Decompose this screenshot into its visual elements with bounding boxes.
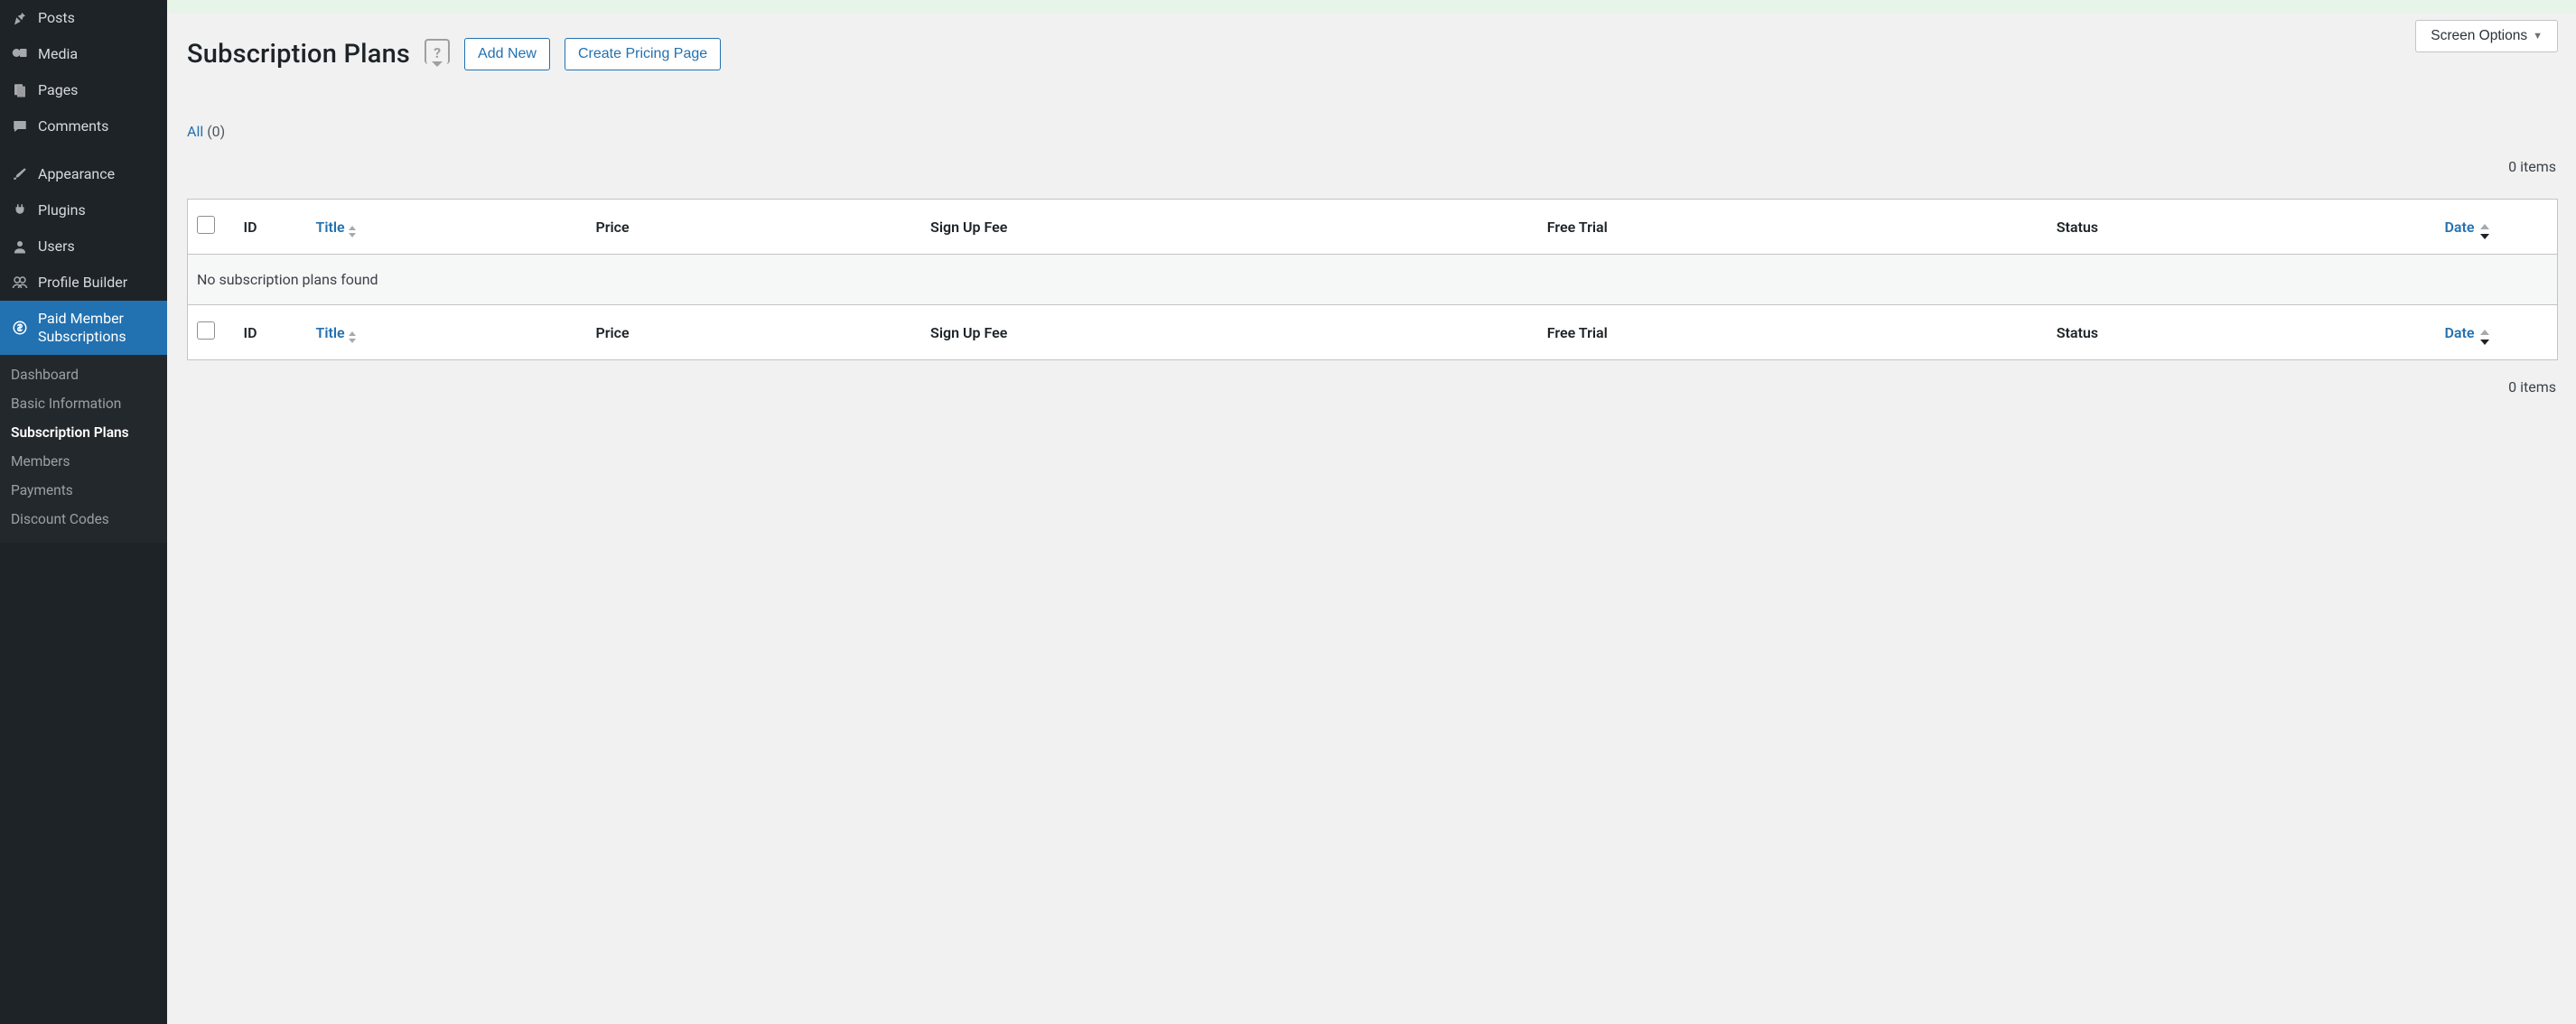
add-new-button[interactable]: Add New — [464, 38, 550, 70]
list-filter-subsubsub: All (0) — [187, 123, 2558, 140]
submenu-label: Members — [11, 453, 70, 470]
select-all-checkbox[interactable] — [197, 321, 215, 340]
pages-icon — [11, 81, 29, 99]
column-header-date[interactable]: Date — [2445, 219, 2475, 236]
submenu-item-discount-codes[interactable]: Discount Codes — [0, 505, 167, 534]
filter-all-count: (0) — [207, 123, 225, 140]
sidebar-item-label: Appearance — [38, 165, 115, 183]
admin-notice-bar — [167, 0, 2576, 13]
sidebar-item-label: Pages — [38, 81, 78, 99]
profile-builder-icon — [11, 274, 29, 292]
submenu-label: Discount Codes — [11, 511, 109, 527]
sidebar-item-label: Profile Builder — [38, 274, 127, 292]
items-count-top: 0 items — [187, 158, 2558, 175]
sidebar-item-posts[interactable]: Posts — [0, 0, 167, 36]
sidebar-item-pages[interactable]: Pages — [0, 72, 167, 108]
filter-all-link[interactable]: All — [187, 123, 203, 140]
column-footer-title[interactable]: Title — [316, 324, 345, 341]
submenu-item-basic-info[interactable]: Basic Information — [0, 389, 167, 418]
column-header-free-trial[interactable]: Free Trial — [1547, 219, 1608, 236]
media-icon — [11, 45, 29, 63]
sidebar-item-media[interactable]: Media — [0, 36, 167, 72]
submenu-item-members[interactable]: Members — [0, 447, 167, 476]
submenu-item-subscription-plans[interactable]: Subscription Plans — [0, 418, 167, 447]
admin-sidebar: Posts Media Pages Comments Appeara — [0, 0, 167, 1024]
user-icon — [11, 237, 29, 256]
sidebar-item-users[interactable]: Users — [0, 228, 167, 265]
screen-options-label: Screen Options — [2431, 28, 2527, 44]
sidebar-separator — [0, 144, 167, 156]
sidebar-item-comments[interactable]: Comments — [0, 108, 167, 144]
submenu-item-payments[interactable]: Payments — [0, 476, 167, 505]
column-footer-signup-fee[interactable]: Sign Up Fee — [930, 324, 1007, 341]
column-header-id[interactable]: ID — [244, 219, 257, 236]
sidebar-item-label: Posts — [38, 9, 75, 27]
brush-icon — [11, 165, 29, 183]
subscription-plans-table: ID Title Price Sign Up Fee Free Trial St… — [187, 199, 2558, 360]
sidebar-item-label: Users — [38, 237, 75, 256]
sidebar-item-label: Media — [38, 45, 78, 63]
submenu-label: Subscription Plans — [11, 424, 129, 441]
column-footer-price[interactable]: Price — [596, 324, 630, 341]
screen-options-button[interactable]: Screen Options ▼ — [2415, 20, 2558, 52]
column-footer-status[interactable]: Status — [2057, 324, 2098, 341]
column-header-title[interactable]: Title — [316, 219, 345, 236]
column-footer-date[interactable]: Date — [2445, 324, 2475, 341]
submenu-label: Basic Information — [11, 396, 121, 412]
sidebar-item-label: Paid Member Subscriptions — [38, 310, 156, 346]
column-footer-free-trial[interactable]: Free Trial — [1547, 324, 1608, 341]
column-header-signup-fee[interactable]: Sign Up Fee — [930, 219, 1007, 236]
items-count-bottom: 0 items — [187, 378, 2558, 396]
table-empty-message: No subscription plans found — [188, 255, 2558, 305]
plug-icon — [11, 201, 29, 219]
select-all-checkbox[interactable] — [197, 216, 215, 234]
submenu-label: Payments — [11, 482, 73, 498]
column-header-status[interactable]: Status — [2057, 219, 2098, 236]
sidebar-item-appearance[interactable]: Appearance — [0, 156, 167, 192]
pushpin-icon — [11, 9, 29, 27]
column-footer-id[interactable]: ID — [244, 324, 257, 341]
create-pricing-page-button[interactable]: Create Pricing Page — [565, 38, 721, 70]
sidebar-item-profile-builder[interactable]: Profile Builder — [0, 265, 167, 301]
dollar-circle-icon — [11, 319, 29, 337]
sidebar-item-paid-member-subscriptions[interactable]: Paid Member Subscriptions — [0, 301, 167, 355]
sidebar-item-plugins[interactable]: Plugins — [0, 192, 167, 228]
page-title: Subscription Plans — [187, 39, 410, 70]
caret-down-icon: ▼ — [2533, 31, 2543, 42]
table-empty-row: No subscription plans found — [188, 255, 2558, 305]
column-header-price[interactable]: Price — [596, 219, 630, 236]
comment-icon — [11, 117, 29, 135]
submenu-label: Dashboard — [11, 367, 79, 383]
submenu-item-dashboard[interactable]: Dashboard — [0, 360, 167, 389]
help-icon[interactable]: ? — [425, 39, 450, 64]
sidebar-submenu: Dashboard Basic Information Subscription… — [0, 355, 167, 543]
sidebar-item-label: Plugins — [38, 201, 86, 219]
sidebar-item-label: Comments — [38, 117, 108, 135]
